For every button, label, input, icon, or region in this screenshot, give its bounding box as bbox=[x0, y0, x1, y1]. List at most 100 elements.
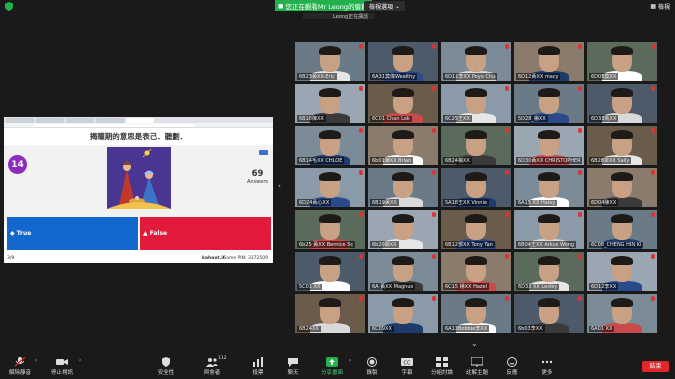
participant-tile[interactable]: 6A15 XX Haley bbox=[514, 168, 584, 207]
participant-tile[interactable]: 6C09XX bbox=[368, 294, 438, 333]
record-button[interactable]: 錄製 bbox=[354, 352, 390, 376]
mic-muted-icon bbox=[505, 212, 509, 217]
participant-tile[interactable]: 6D33 XX Lesley bbox=[514, 252, 584, 291]
end-meeting-button[interactable]: 結束 bbox=[642, 361, 669, 372]
participant-tile[interactable]: 6A13Bobbie李XX bbox=[441, 294, 511, 333]
polls-label: 投票 bbox=[252, 370, 264, 376]
participant-name: 6D04陳XX bbox=[589, 199, 619, 206]
whiteboard-button[interactable]: 註解主題 bbox=[459, 352, 495, 376]
mic-muted-icon bbox=[359, 254, 363, 259]
shared-screen: 揭瞳期的意思是表己．聽劃． 14 69 Answers ◆ True ▲ Fal… bbox=[4, 117, 273, 263]
participant-tile[interactable]: 6D12李XX bbox=[587, 252, 657, 291]
participant-video bbox=[465, 88, 487, 97]
participant-tile[interactable]: 6B19黃XX bbox=[368, 168, 438, 207]
chevron-up-icon[interactable]: ⌃ bbox=[78, 359, 82, 365]
bar-chart-icon bbox=[252, 357, 264, 367]
participant-tile[interactable]: 6D05莫XX bbox=[587, 42, 657, 81]
more-label: 更多 bbox=[541, 370, 553, 376]
participant-tile[interactable]: 6B24XX bbox=[295, 294, 365, 333]
participant-tile[interactable]: 6D24黃心XX bbox=[295, 168, 365, 207]
participant-tile[interactable]: 5A18王XX Vinnie bbox=[441, 168, 511, 207]
participant-video bbox=[611, 214, 633, 223]
participant-name: 6B19黃XX bbox=[370, 199, 399, 206]
breakout-rooms-button[interactable]: 分組討論 bbox=[424, 352, 460, 376]
url-field[interactable] bbox=[34, 124, 194, 127]
chevron-down-icon[interactable]: ⌄ bbox=[471, 339, 478, 348]
polls-button[interactable]: 投票 bbox=[240, 352, 276, 376]
participant-tile[interactable]: 6D11李XX Poyo Chu bbox=[441, 42, 511, 81]
chevron-up-icon[interactable]: ⌃ bbox=[34, 359, 38, 365]
participant-tile[interactable]: 6b20鄭XX bbox=[368, 210, 438, 249]
participant-video bbox=[538, 256, 560, 265]
participant-tile[interactable]: 6B23黃XX-Eric bbox=[295, 42, 365, 81]
participant-tile[interactable]: 6B24楊XX bbox=[441, 126, 511, 165]
chat-button[interactable]: 聊天 bbox=[275, 352, 311, 376]
chat-label: 聊天 bbox=[287, 370, 299, 376]
share-screen-button[interactable]: 分享畫面 bbox=[314, 352, 350, 376]
unmute-label: 解除靜音 bbox=[8, 370, 31, 376]
participant-tile[interactable]: 6A 黃XX Magnus bbox=[368, 252, 438, 291]
participant-tile[interactable]: 6D33馬XX bbox=[587, 84, 657, 123]
mic-muted-icon bbox=[578, 44, 582, 49]
participant-tile[interactable]: 5D28_楊XX bbox=[514, 84, 584, 123]
mic-muted-icon bbox=[651, 296, 655, 301]
participant-tile[interactable]: 6B14毛XX CHLOE bbox=[295, 126, 365, 165]
participant-name: 6B12鄧XX Tony Tan bbox=[443, 241, 495, 248]
reactions-button[interactable]: 反應 bbox=[494, 352, 530, 376]
participant-tile[interactable]: 6b01陳XX Brian bbox=[368, 126, 438, 165]
participant-tile[interactable]: 6C25王XX bbox=[441, 84, 511, 123]
answers-counter: 69 Answers bbox=[247, 169, 268, 185]
view-options-button[interactable]: 檢視選項 ⌄ bbox=[364, 1, 406, 11]
participant-name: 6D11李XX Poyo Chu bbox=[443, 73, 498, 80]
participants-count: 112 bbox=[218, 356, 227, 361]
participant-name: 6B14毛XX CHLOE bbox=[297, 157, 345, 164]
participant-video bbox=[319, 298, 341, 307]
resize-handle[interactable]: ‹ bbox=[278, 182, 282, 192]
participant-name: 6D33馬XX bbox=[589, 115, 619, 122]
participant-video bbox=[611, 256, 633, 265]
security-button[interactable]: 安全性 bbox=[148, 352, 184, 376]
answers-number: 69 bbox=[251, 169, 264, 179]
participant-tile[interactable]: 6C01 Chan Lok bbox=[368, 84, 438, 123]
skip-button[interactable] bbox=[259, 150, 268, 155]
participant-name: 6D33 XX Lesley bbox=[516, 284, 560, 290]
unmute-button[interactable]: 解除靜音 bbox=[2, 352, 38, 376]
participant-tile[interactable]: 6b25 黃XX Bernice 5c bbox=[295, 210, 365, 249]
participants-button[interactable]: 112 與會者 bbox=[194, 352, 230, 376]
mic-muted-icon bbox=[359, 170, 363, 175]
stop-video-button[interactable]: 停止視訊 bbox=[44, 352, 80, 376]
participant-tile[interactable]: 6B12鄧XX Tony Tan bbox=[441, 210, 511, 249]
participant-video bbox=[392, 256, 414, 265]
shield-icon[interactable] bbox=[5, 2, 13, 11]
mic-muted-icon bbox=[505, 296, 509, 301]
more-button[interactable]: 更多 bbox=[529, 352, 565, 376]
participant-tile[interactable]: 6C08_CHENG HIN KI bbox=[587, 210, 657, 249]
participant-tile[interactable]: 5C01 XX bbox=[295, 252, 365, 291]
captions-button[interactable]: CC 字幕 bbox=[389, 352, 425, 376]
participant-name: 6B23黃XX-Eric bbox=[297, 73, 337, 80]
participants-icon bbox=[206, 357, 218, 367]
view-button[interactable]: ▦ 檢視 bbox=[650, 2, 670, 11]
answer-true-button[interactable]: ◆ True bbox=[7, 217, 138, 250]
grid-icon: ▦ bbox=[650, 3, 656, 10]
participant-tile[interactable]: 6B18陳XX bbox=[295, 84, 365, 123]
answer-false-button[interactable]: ▲ False bbox=[140, 217, 271, 250]
participant-tile[interactable]: 6b03李XX bbox=[514, 294, 584, 333]
participant-video bbox=[392, 214, 414, 223]
cc-icon: CC bbox=[401, 357, 413, 367]
participant-name: 6B18陳XX bbox=[297, 115, 326, 122]
participant-tile[interactable]: 6D04陳XX bbox=[587, 168, 657, 207]
mic-muted-icon bbox=[432, 212, 436, 217]
participant-name: 6D05莫XX bbox=[589, 73, 619, 80]
question-stage: 14 69 Answers bbox=[4, 145, 273, 225]
share-banner-icon: ◼ bbox=[278, 2, 284, 10]
participant-tile[interactable]: 6A31莫偉Wealthy bbox=[368, 42, 438, 81]
participant-tile[interactable]: 6C15 楊XX Hazel bbox=[441, 252, 511, 291]
participant-tile[interactable]: 6A01 XX bbox=[587, 294, 657, 333]
participant-tile[interactable]: 6B28梁XX Sally bbox=[587, 126, 657, 165]
participant-tile[interactable]: 6B04王XX Arkus Wong bbox=[514, 210, 584, 249]
chevron-up-icon[interactable]: ⌃ bbox=[348, 359, 352, 365]
participant-tile[interactable]: 6D12黃XX macy bbox=[514, 42, 584, 81]
participant-tile[interactable]: 6D30黃XX CHRISTOPHER bbox=[514, 126, 584, 165]
participant-video bbox=[538, 88, 560, 97]
